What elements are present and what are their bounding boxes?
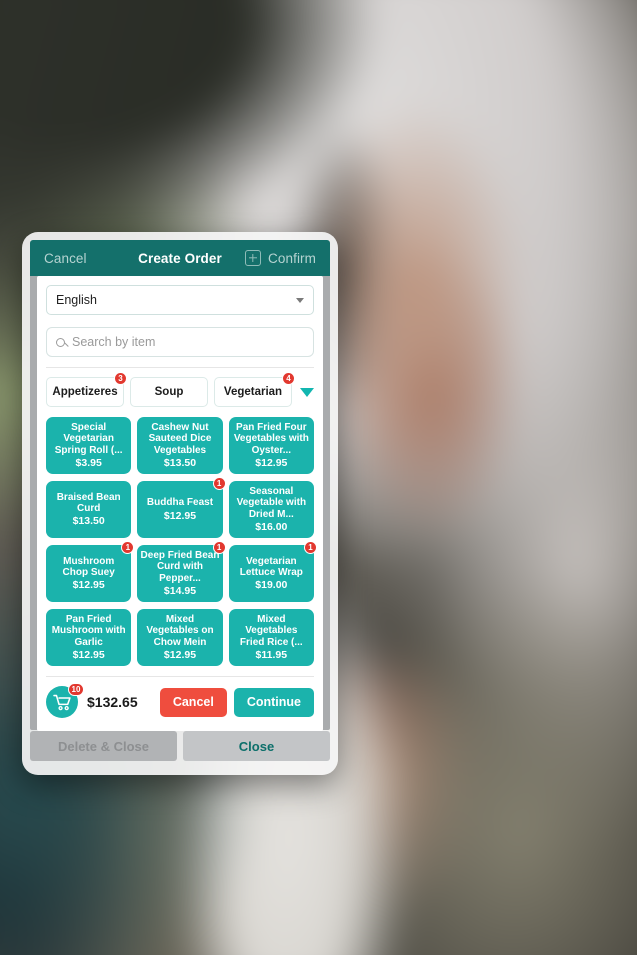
menu-item-name: Buddha Feast xyxy=(146,497,214,509)
menu-item-name: Pan Fried Four Vegetables with Oyster... xyxy=(233,422,309,456)
add-item-icon[interactable] xyxy=(245,250,262,266)
menu-item[interactable]: Cashew Nut Sauteed Dice Vegetables $13.5… xyxy=(137,417,223,474)
tab-vegetarian-label: Vegetarian xyxy=(223,386,283,398)
menu-item-name: Braised Bean Curd xyxy=(56,491,121,514)
menu-item-price: $12.95 xyxy=(72,648,105,661)
menu-item-price: $12.95 xyxy=(72,579,105,592)
menu-item-qty-badge: 1 xyxy=(304,541,317,554)
menu-item[interactable]: Vegetarian Lettuce Wrap $19.00 1 xyxy=(228,541,317,602)
menu-item[interactable]: Seasonal Vegetable with Dried M... $16.0… xyxy=(228,481,314,538)
tab-appetizeres-label: Appetizeres xyxy=(52,386,118,398)
menu-item-price: $14.95 xyxy=(163,584,197,597)
menu-item-name: Special Vegetarian Spring Roll (... xyxy=(54,422,123,456)
tab-soup[interactable]: Soup xyxy=(130,377,208,407)
menu-item-qty-badge: 1 xyxy=(212,477,226,490)
menu-item[interactable]: Special Vegetarian Spring Roll (... $3.9… xyxy=(46,417,132,474)
screen: Cancel Create Order Confirm English Sear… xyxy=(0,0,637,955)
order-content-card: English Search by item Appetizeres 3 Sou… xyxy=(37,276,323,731)
menu-item-price: $12.95 xyxy=(255,456,288,469)
menu-item-price: $16.00 xyxy=(255,520,288,533)
cancel-button[interactable]: Cancel xyxy=(159,687,227,717)
menu-item-price: $12.95 xyxy=(163,509,197,522)
menu-item-qty-badge: 1 xyxy=(121,541,135,554)
tab-soup-label: Soup xyxy=(154,386,184,398)
menu-item[interactable]: Mushroom Chop Suey $12.95 1 xyxy=(46,541,135,602)
menu-item-grid: Special Vegetarian Spring Roll (... $3.9… xyxy=(46,417,317,666)
menu-item[interactable]: Pan Fried Four Vegetables with Oyster...… xyxy=(228,417,314,474)
menu-item-name: Seasonal Vegetable with Dried M... xyxy=(236,486,307,520)
language-select[interactable]: English xyxy=(46,285,314,315)
dialog-titlebar: Cancel Create Order Confirm xyxy=(30,240,330,276)
menu-item[interactable]: Pan Fried Mushroom with Garlic $12.95 xyxy=(46,609,132,666)
menu-item[interactable]: Buddha Feast $12.95 1 xyxy=(137,477,226,538)
delete-and-close-button[interactable]: Delete & Close xyxy=(30,731,177,761)
menu-item-name: Deep Fried Bean Curd with Pepper... xyxy=(140,550,220,584)
order-action-bar: 10 $132.65 Cancel Continue xyxy=(46,683,314,718)
continue-button[interactable]: Continue xyxy=(233,687,314,717)
menu-item-name: Cashew Nut Sauteed Dice Vegetables xyxy=(148,422,212,456)
menu-item[interactable]: Mixed Vegetables Fried Rice (... $11.95 xyxy=(228,609,314,666)
search-icon xyxy=(56,337,65,347)
menu-item[interactable]: Braised Bean Curd $13.50 xyxy=(46,481,132,538)
menu-item[interactable]: Deep Fried Bean Curd with Pepper... $14.… xyxy=(137,541,226,602)
category-tabs: Appetizeres 3 Soup Vegetarian 4 xyxy=(46,368,314,407)
menu-item-name: Pan Fried Mushroom with Garlic xyxy=(51,614,126,648)
menu-item-qty-badge: 1 xyxy=(212,541,226,554)
cancel-order-button[interactable]: Cancel xyxy=(44,251,87,266)
search-field[interactable]: Search by item xyxy=(46,327,314,357)
menu-item-name: Vegetarian Lettuce Wrap xyxy=(239,555,303,578)
tab-appetizeres[interactable]: Appetizeres 3 xyxy=(46,372,127,407)
menu-item-name: Mixed Vegetables Fried Rice (... xyxy=(239,614,303,648)
dialog-footer: Delete & Close Close xyxy=(30,731,330,761)
confirm-order-button[interactable]: Confirm xyxy=(268,251,316,266)
menu-item-price: $13.50 xyxy=(72,515,105,528)
menu-item-price: $19.00 xyxy=(255,579,288,592)
search-input-placeholder: Search by item xyxy=(72,335,156,349)
menu-item-price: $13.50 xyxy=(163,456,197,469)
cart-count-badge: 10 xyxy=(68,683,84,696)
shopping-cart-button[interactable]: 10 xyxy=(46,683,84,718)
tab-appetizeres-badge: 3 xyxy=(114,372,127,385)
close-button[interactable]: Close xyxy=(183,731,330,761)
cart-total: $132.65 xyxy=(87,694,138,710)
tab-vegetarian[interactable]: Vegetarian 4 xyxy=(214,372,295,407)
menu-item[interactable]: Mixed Vegetables on Chow Mein $12.95 xyxy=(137,609,223,666)
divider-bottom xyxy=(46,676,314,677)
tab-vegetarian-badge: 4 xyxy=(282,372,295,385)
menu-item-price: $3.95 xyxy=(75,456,102,469)
chevron-down-icon xyxy=(296,297,304,303)
titlebar-right-group: Confirm xyxy=(245,250,316,266)
menu-item-price: $12.95 xyxy=(163,648,197,661)
more-categories-icon[interactable] xyxy=(300,387,314,397)
shopping-cart-icon xyxy=(52,694,71,710)
menu-item-name: Mushroom Chop Suey xyxy=(62,555,115,578)
language-select-value: English xyxy=(56,293,97,307)
menu-item-name: Mixed Vegetables on Chow Mein xyxy=(146,614,214,648)
menu-item-price: $11.95 xyxy=(255,648,288,661)
